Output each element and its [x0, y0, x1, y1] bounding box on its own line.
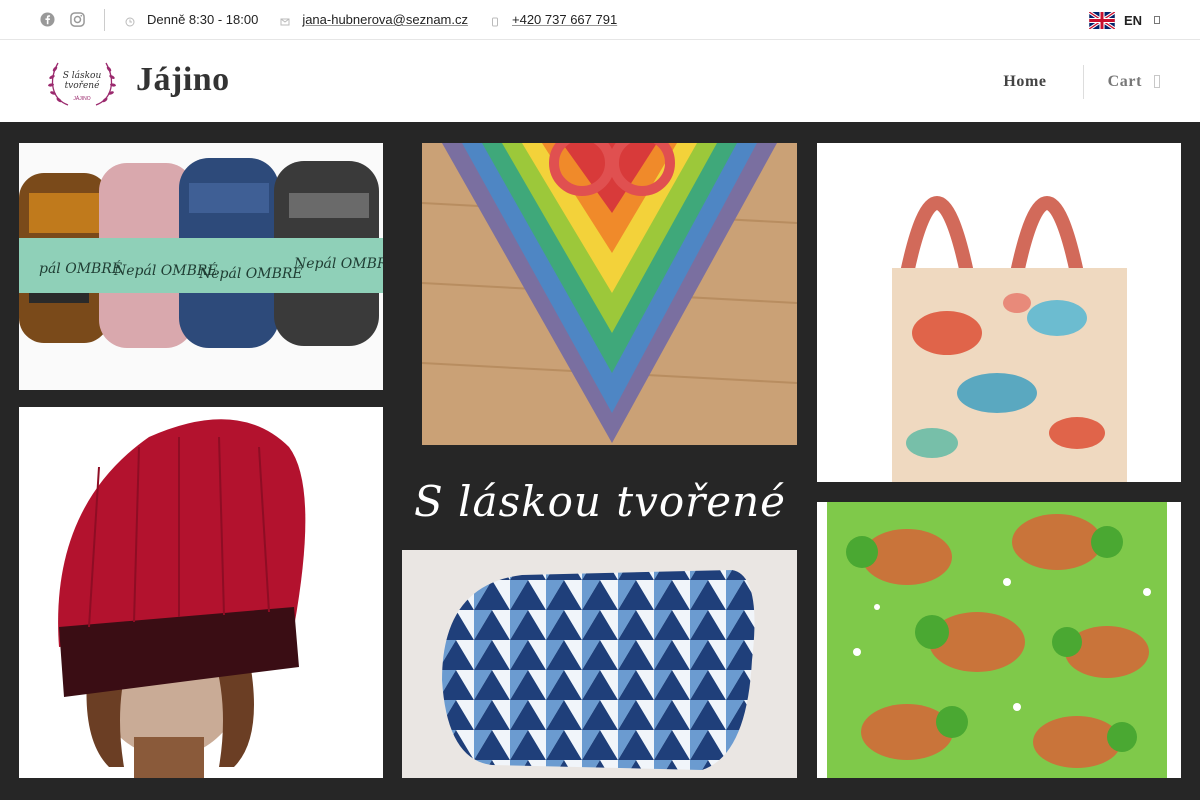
language-switcher[interactable]: EN [1088, 0, 1160, 40]
site-header: S láskou tvořené JÁJINO Jájino Home Cart [0, 41, 1200, 122]
nav-cart-label: Cart [1107, 72, 1142, 90]
svg-text:Nepál OMBRÉ: Nepál OMBRÉ [293, 254, 383, 272]
hero-title: S láskou tvořené [413, 477, 786, 526]
product-image-shawl[interactable] [422, 143, 797, 445]
email-contact: jana-hubnerova@seznam.cz [280, 12, 468, 27]
uk-flag-icon [1088, 11, 1115, 29]
facebook-icon[interactable] [40, 12, 55, 27]
language-label: EN [1123, 12, 1142, 28]
cart-icon [1154, 75, 1160, 88]
site-logo[interactable]: S láskou tvořené JÁJINO [46, 55, 118, 109]
phone-contact: +420 737 667 791 [490, 12, 617, 27]
email-link[interactable]: jana-hubnerova@seznam.cz [302, 12, 468, 27]
main-nav: Home Cart [1003, 41, 1160, 122]
nav-home[interactable]: Home [1003, 73, 1046, 91]
svg-text:Nepál OMBRÉ: Nepál OMBRÉ [198, 264, 303, 282]
product-image-yarn[interactable]: pál OMBRÉ Nepál OMBRÉ Nepál OMBRÉ Nepál … [19, 143, 383, 390]
nav-divider [1082, 64, 1084, 99]
nav-cart[interactable]: Cart [1108, 73, 1160, 91]
opening-hours-text: Denně 8:30 - 18:00 [147, 12, 259, 27]
svg-text:pál OMBRÉ: pál OMBRÉ [39, 259, 122, 277]
envelope-icon [280, 15, 290, 25]
logo-line1: S láskou [63, 70, 102, 81]
product-image-tote-bag[interactable] [817, 143, 1181, 482]
product-image-turtle-pillow[interactable] [817, 502, 1181, 778]
logo-line3: JÁJINO [73, 95, 90, 102]
product-image-triangle-pillow[interactable] [402, 550, 797, 778]
brand-name[interactable]: Jájino [136, 61, 230, 99]
phone-link[interactable]: +420 737 667 791 [512, 12, 617, 27]
divider [104, 8, 105, 31]
social-links [40, 12, 100, 27]
top-bar: Denně 8:30 - 18:00 jana-hubnerova@seznam… [0, 0, 1200, 40]
instagram-icon[interactable] [70, 12, 85, 27]
product-image-beanie[interactable] [19, 407, 383, 778]
chevron-down-icon [1154, 16, 1160, 24]
logo-line2: tvořené [65, 80, 101, 91]
hero-collage: pál OMBRÉ Nepál OMBRÉ Nepál OMBRÉ Nepál … [0, 122, 1200, 800]
phone-icon [490, 15, 500, 26]
clock-icon [125, 15, 135, 26]
opening-hours: Denně 8:30 - 18:00 [125, 12, 258, 27]
